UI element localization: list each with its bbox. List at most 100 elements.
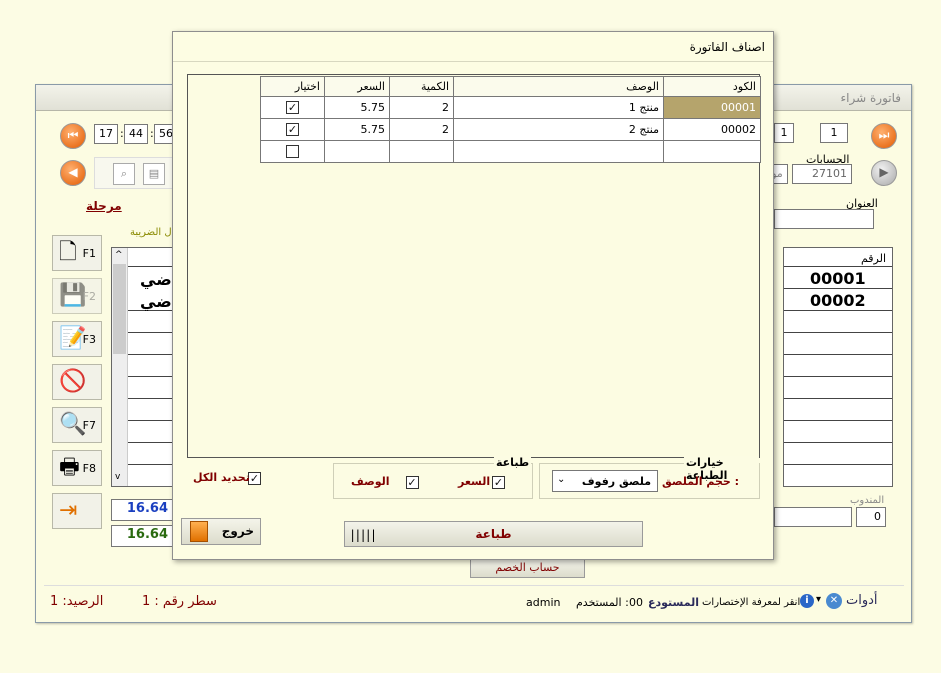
total-value-2: 16.64 <box>111 525 173 547</box>
code-cell[interactable]: 00002 <box>663 118 761 141</box>
column-header-price[interactable]: السعر <box>324 76 390 97</box>
invoice-grid-left: ^ v ضي ضي <box>111 247 173 487</box>
column-header-quantity[interactable]: الكمية <box>389 76 454 97</box>
select-all-label: تحديد الكل <box>193 471 250 484</box>
print-button[interactable]: 🖶 F8 <box>52 450 102 486</box>
print-options-group: خيارات الطباعة حجم الملصق : ⌄ ملصق رفوف <box>539 456 760 499</box>
page-box[interactable]: 1 <box>820 123 848 143</box>
address-field[interactable] <box>774 209 874 229</box>
search-icon[interactable]: ⌕ <box>113 163 135 185</box>
first-record-icon[interactable]: ⏮ <box>60 123 86 149</box>
price-cell[interactable] <box>324 140 390 163</box>
select-cell[interactable]: ✓ <box>260 96 325 119</box>
no-entry-icon: 🚫 <box>59 369 87 394</box>
accounts-field[interactable]: 27101 <box>792 164 852 184</box>
exit-dialog-button[interactable]: خروج <box>181 518 261 545</box>
save-button[interactable]: 💾 F2 <box>52 278 102 314</box>
document-icon[interactable]: ▤ <box>143 163 165 185</box>
code-cell[interactable] <box>663 140 761 163</box>
print-description-checkbox[interactable]: ✓ <box>405 475 419 489</box>
description-cell[interactable]: منتج 1 <box>453 96 664 119</box>
row-select-checkbox[interactable]: ✓ <box>286 123 299 137</box>
page-box[interactable]: 1 <box>774 123 794 143</box>
next-record-icon[interactable]: ▶ <box>871 160 897 186</box>
row-code[interactable]: 00002 <box>810 291 866 310</box>
table-row[interactable]: ✓ 5.75 2 منتج 2 00002 <box>260 118 761 141</box>
scroll-up-icon[interactable]: ^ <box>115 250 123 260</box>
number-column-header: الرقم <box>860 252 886 265</box>
quantity-cell[interactable]: 2 <box>389 96 454 119</box>
table-row[interactable] <box>260 140 761 163</box>
print-dialog-button[interactable]: ||||| طباعة <box>344 521 643 547</box>
new-button[interactable]: 🗋 F1 <box>52 235 102 271</box>
price-cell[interactable]: 5.75 <box>324 96 390 119</box>
warehouse-value: 00 <box>629 596 643 609</box>
description-cell[interactable] <box>453 140 664 163</box>
tools-menu[interactable]: أدوات <box>846 593 878 608</box>
representative-label: المندوب <box>850 495 885 506</box>
table-row[interactable]: ✓ 5.75 2 منتج 1 00001 <box>260 96 761 119</box>
user-label: المستخدم : <box>576 596 629 609</box>
invoice-items-dialog: اصناف الفاتورة اختيار السعر الكمية الوصف… <box>172 31 774 560</box>
price-cell[interactable]: 5.75 <box>324 118 390 141</box>
last-record-icon[interactable]: ⏭ <box>871 123 897 149</box>
total-value-1: 16.64 <box>111 499 173 521</box>
edit-button[interactable]: 📝 F3 <box>52 321 102 357</box>
left-row-text: ضي <box>140 292 172 311</box>
row-code[interactable]: 00001 <box>810 269 866 288</box>
dialog-title: اصناف الفاتورة <box>689 40 765 54</box>
representative-name-field[interactable] <box>774 507 852 527</box>
exit-main-button[interactable]: ⇥ <box>52 493 102 529</box>
items-table: اختيار السعر الكمية الوصف الكود ✓ 5.75 2… <box>260 76 761 163</box>
tax-label: ل الضريبة <box>130 227 172 238</box>
print-price-checkbox[interactable]: ✓ <box>492 475 505 489</box>
print-fields-group: طباعة ✓ السعر ✓ الوصف <box>333 456 533 499</box>
row-select-checkbox[interactable]: ✓ <box>286 101 299 115</box>
discount-account-button[interactable]: حساب الخصم <box>470 558 585 578</box>
vertical-scrollbar[interactable]: ^ v <box>112 248 128 486</box>
quantity-cell[interactable]: 2 <box>389 118 454 141</box>
stage-label[interactable]: مرحلة <box>86 199 122 213</box>
code-cell[interactable]: 00001 <box>663 96 761 119</box>
tools-icon[interactable]: ✕ <box>826 593 842 609</box>
description-cell[interactable]: منتج 2 <box>453 118 664 141</box>
column-header-code[interactable]: الكود <box>663 76 761 97</box>
representative-field[interactable]: 0 <box>856 507 886 527</box>
scroll-thumb[interactable] <box>113 264 126 354</box>
balance-status: الرصيد: 1 <box>50 594 104 609</box>
status-bar: الرصيد: 1 سطر رقم : 1 admin المستخدم : 0… <box>44 585 904 615</box>
select-all-checkbox[interactable]: ✓ <box>248 471 261 485</box>
new-document-icon: 🗋 <box>59 240 77 265</box>
cancel-button[interactable]: 🚫 <box>52 364 102 400</box>
main-window-title: فاتورة شراء <box>840 91 901 105</box>
column-header-select[interactable]: اختيار <box>260 76 325 97</box>
search-tools: ⌕ ▤ <box>94 157 174 189</box>
previous-record-icon[interactable]: ◀ <box>60 160 86 186</box>
barcode-icon: ||||| <box>349 528 377 542</box>
label-size-select[interactable]: ⌄ ملصق رفوف <box>552 470 658 492</box>
info-icon[interactable]: i <box>800 594 814 608</box>
time-minute: 44 <box>124 124 148 144</box>
dropdown-arrow-icon[interactable]: ▾ <box>816 594 821 605</box>
quantity-cell[interactable] <box>389 140 454 163</box>
items-table-header: اختيار السعر الكمية الوصف الكود <box>260 76 761 97</box>
find-button[interactable]: 🔍 F7 <box>52 407 102 443</box>
exit-door-icon <box>190 521 208 542</box>
select-cell[interactable]: ✓ <box>260 118 325 141</box>
user-value: admin <box>526 596 561 609</box>
printer-icon: 🖶 <box>59 455 80 480</box>
left-row-text: ضي <box>140 270 172 289</box>
label-size-value: ملصق رفوف <box>581 475 651 488</box>
column-header-description[interactable]: الوصف <box>453 76 664 97</box>
exit-door-icon: ⇥ <box>59 498 78 523</box>
chevron-down-icon[interactable]: ⌄ <box>557 474 565 485</box>
select-cell[interactable] <box>260 140 325 163</box>
scroll-down-icon[interactable]: v <box>115 472 120 482</box>
row-select-checkbox[interactable] <box>286 145 299 159</box>
print-group-legend: طباعة <box>494 456 532 469</box>
shortcuts-hint[interactable]: انقر لمعرفة الإختصارات <box>702 597 800 608</box>
time-hour: 17 <box>94 124 118 144</box>
dialog-title-bar: اصناف الفاتورة <box>173 32 773 62</box>
print-price-label: السعر <box>458 475 491 488</box>
print-description-label: الوصف <box>351 475 390 488</box>
